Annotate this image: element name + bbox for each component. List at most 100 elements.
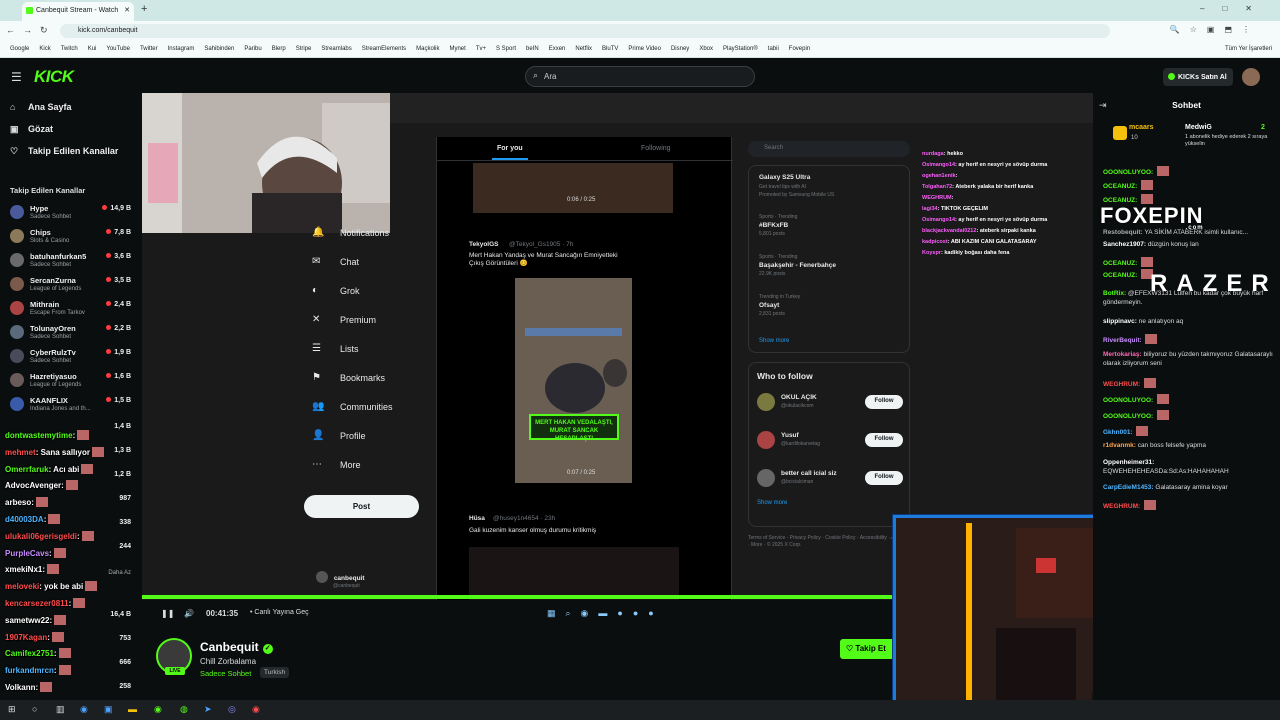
bookmark-item[interactable]: Maçkolik [416, 46, 439, 52]
pause-icon[interactable]: ❚❚ [161, 609, 174, 618]
chat-username[interactable]: OCEANUZ: [1103, 183, 1137, 190]
recent-gifter-name[interactable]: MedwiG [1185, 124, 1212, 131]
followed-channel[interactable]: Hazretiyasuo League of Legends 1,6 B [0, 369, 142, 393]
taskview-icon[interactable]: ▥ [56, 704, 65, 715]
bookmark-item[interactable]: S Sport [496, 46, 516, 52]
bookmark-item[interactable]: YouTube [106, 46, 130, 52]
chat-username[interactable]: BotRix: [1103, 290, 1126, 297]
chat-username[interactable]: Gkhn001: [1103, 429, 1133, 436]
trend-item[interactable]: Trending in Turkey Ofsayt 2,831 posts [759, 294, 800, 319]
browser-tab[interactable]: Canbequit Stream - Watch ✕ [22, 2, 134, 21]
trend-item[interactable]: Sports · Trending Başakşehir - Fenerbahçe… [759, 254, 836, 279]
sidebar-nav-browse[interactable]: ▣ Gözat [0, 124, 142, 146]
bookmark-item[interactable]: Sahibinden [204, 46, 234, 52]
volume-icon[interactable]: 🔊 [184, 609, 194, 618]
top-gifter-name[interactable]: mcaars [1129, 124, 1154, 131]
buy-kicks-button[interactable]: KICKs Satın Al [1163, 68, 1233, 86]
bookmark-item[interactable]: Tv+ [476, 46, 486, 52]
bookmark-item[interactable]: Blerp [272, 46, 286, 52]
tweet2-media[interactable] [469, 547, 679, 600]
video-thumbnail-top[interactable] [473, 163, 673, 213]
who-to-follow-row[interactable]: Yusuf @kardilokarvetag Follow [757, 429, 907, 453]
chat-username[interactable]: OOONOLUYOO: [1103, 169, 1153, 176]
tweet-author[interactable]: TekyolGS [469, 241, 499, 248]
follow-button[interactable]: ♡ Takip Et [840, 639, 900, 659]
x-nav-premium[interactable]: ✕ Premium [308, 314, 393, 344]
bookmark-item[interactable]: Prime Video [628, 46, 661, 52]
who-to-follow-row[interactable]: better call icial siz @bcicialciman Follow [757, 467, 907, 491]
promo-title[interactable]: Galaxy S25 Ultra [759, 174, 810, 181]
video-progress-bar[interactable] [142, 595, 893, 599]
trend-item[interactable]: Sports · Trending #BFKxFB 5,801 posts [759, 214, 797, 239]
bookmark-item[interactable]: Twitter [140, 46, 158, 52]
store-icon[interactable]: ▣ [104, 704, 113, 715]
chat-username[interactable]: OCEANUZ: [1103, 260, 1137, 267]
folder-icon[interactable]: ▬ [128, 704, 137, 714]
chat-username[interactable]: Oppenheimer31: [1103, 459, 1154, 466]
bookmark-item[interactable]: Stripe [296, 46, 312, 52]
bookmark-item[interactable]: BluTV [602, 46, 618, 52]
bookmark-item[interactable]: Paribu [244, 46, 261, 52]
followed-channel[interactable]: Mithrain Escape From Tarkov 2,4 B [0, 297, 142, 321]
chat-username[interactable]: OOONOLUYOO: [1103, 397, 1153, 404]
edge-icon[interactable]: ◉ [80, 704, 88, 715]
close-tab-icon[interactable]: ✕ [124, 6, 130, 14]
bookmark-item[interactable]: Fovepin [789, 46, 810, 52]
chat-username[interactable]: Sanchez1907: [1103, 241, 1146, 248]
x-nav-bookmarks[interactable]: ⚑ Bookmarks [308, 372, 393, 402]
tab-for-you[interactable]: For you [497, 145, 523, 152]
followed-channel[interactable]: TolunayOren Sadece Sohbet 2,2 B [0, 321, 142, 345]
nav-buttons[interactable]: ←→↻ [6, 25, 56, 36]
chrome-icon[interactable]: ◉ [154, 704, 162, 715]
follow-suggestion-button[interactable]: Follow [865, 433, 903, 447]
bookmark-item[interactable]: Instagram [168, 46, 195, 52]
sidebar-nav-heart[interactable]: ♡ Takip Edilen Kanallar [0, 146, 142, 168]
bookmark-item[interactable]: Streamlabs [321, 46, 351, 52]
bookmark-item[interactable]: Xbox [699, 46, 713, 52]
bookmark-item[interactable]: Netflix [575, 46, 592, 52]
chat-username[interactable]: r1dvanmk: [1103, 442, 1136, 449]
all-bookmarks[interactable]: Tüm Yer İşaretleri [1225, 46, 1272, 52]
x-nav-profile[interactable]: 👤 Profile [308, 430, 393, 460]
tab-following[interactable]: Following [641, 145, 671, 152]
go-live-button[interactable]: • Canlı Yayına Geç [250, 609, 309, 616]
start-icon[interactable]: ⊞ [8, 704, 16, 715]
followed-channel[interactable]: Hype Sadece Sohbet 14,9 B [0, 201, 142, 225]
sidebar-nav-home[interactable]: ⌂ Ana Sayfa [0, 102, 142, 124]
x-nav-lists[interactable]: ☰ Lists [308, 343, 393, 373]
telegram-icon[interactable]: ➤ [204, 704, 212, 715]
tweet-video[interactable]: MERT HAKAN VEDALAŞTI, MURAT SANCAK HESAP… [515, 278, 632, 483]
chat-username[interactable]: RiverBequit: [1103, 337, 1142, 344]
chat-username[interactable]: WEGHRUM: [1103, 381, 1140, 388]
chat-username[interactable]: OCEANUZ: [1103, 272, 1137, 279]
whatsapp-icon[interactable]: ◍ [180, 704, 188, 715]
stream-category[interactable]: Sadece Sohbet [200, 669, 251, 678]
bookmark-item[interactable]: tabii [768, 46, 779, 52]
followed-channel[interactable]: Chips Slots & Casino 7,8 B [0, 225, 142, 249]
obs-icon[interactable]: ◉ [252, 704, 260, 715]
x-nav-more[interactable]: ⋯ More [308, 459, 393, 489]
window-controls[interactable]: –□✕ [1200, 4, 1270, 13]
search-taskbar-icon[interactable]: ○ [32, 704, 37, 714]
kick-logo[interactable]: KICK [34, 67, 74, 87]
x-account-switcher[interactable]: canbequit @canbequit [316, 571, 426, 591]
user-avatar[interactable] [1242, 68, 1260, 86]
who-to-follow-row[interactable]: OKUL AÇIK @okulacikcom Follow [757, 391, 907, 415]
follow-suggestion-button[interactable]: Follow [865, 395, 903, 409]
extension-icons[interactable]: 🔍☆▣⬒⋮ [1170, 25, 1260, 34]
address-bar[interactable]: kick.com/canbequit [60, 24, 1110, 38]
bookmark-item[interactable]: PlayStation® [723, 46, 758, 52]
followed-channel[interactable]: SercanZurna League of Legends 3,5 B [0, 273, 142, 297]
x-footer[interactable]: Terms of Service · Privacy Policy · Cook… [748, 535, 910, 549]
search-input[interactable]: ⌕ Ara [525, 66, 755, 87]
bookmark-item[interactable]: beIN [526, 46, 539, 52]
bookmark-item[interactable]: Disney [671, 46, 689, 52]
bookmark-item[interactable]: Mynet [449, 46, 465, 52]
x-nav-communities[interactable]: 👥 Communities [308, 401, 393, 431]
tweet2-author[interactable]: Hüsa [469, 515, 485, 522]
discord-icon[interactable]: ◎ [228, 704, 236, 715]
bookmark-item[interactable]: Kui [88, 46, 97, 52]
chat-username[interactable]: slippinavc: [1103, 318, 1137, 325]
bookmark-item[interactable]: Exxen [549, 46, 566, 52]
show-more-who[interactable]: Show more [757, 500, 787, 506]
